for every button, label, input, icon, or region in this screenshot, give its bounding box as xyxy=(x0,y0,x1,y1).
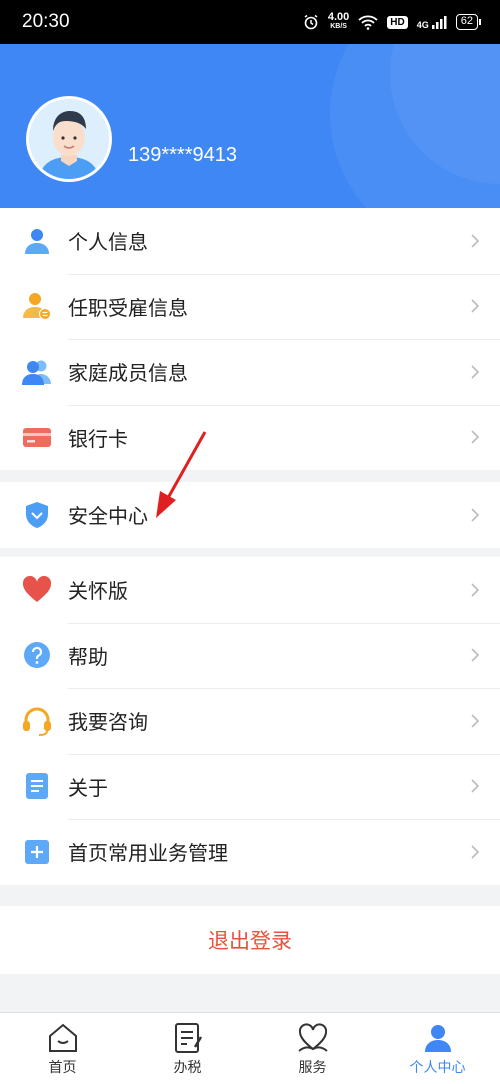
menu-item-label: 关怀版 xyxy=(68,579,128,604)
avatar-illustration xyxy=(29,99,109,179)
bottom-tab-bar: 首页 办税 服务 个人中心 xyxy=(0,1012,500,1084)
tax-icon xyxy=(174,1023,202,1053)
tab-service[interactable]: 服务 xyxy=(250,1013,375,1084)
tab-profile[interactable]: 个人中心 xyxy=(375,1013,500,1084)
menu-item-about[interactable]: 关于 xyxy=(0,753,500,820)
menu-group-security: 安全中心 xyxy=(0,482,500,548)
phone-number: 139****9413 xyxy=(128,144,237,166)
chevron-right-icon xyxy=(471,430,480,444)
signal-icon xyxy=(431,16,447,29)
profile-icon xyxy=(424,1025,451,1052)
menu-item-consult[interactable]: 我要咨询 xyxy=(0,688,500,754)
hd-badge: HD xyxy=(387,15,408,29)
employment-icon xyxy=(23,293,51,321)
menu-item-bank-card[interactable]: 银行卡 xyxy=(0,404,500,471)
chevron-right-icon xyxy=(471,845,480,859)
person-icon xyxy=(25,228,49,254)
chevron-right-icon xyxy=(471,583,480,597)
menu-item-label: 家庭成员信息 xyxy=(68,361,188,386)
status-bar: 20:30 4.00 KB/S HD 4G 62 xyxy=(0,0,500,44)
menu-item-label: 银行卡 xyxy=(68,426,128,451)
profile-header: 139****9413 xyxy=(0,44,500,208)
avatar[interactable] xyxy=(26,96,112,182)
menu-item-label: 任职受雇信息 xyxy=(68,295,188,320)
chevron-right-icon xyxy=(471,779,480,793)
chevron-right-icon xyxy=(471,714,480,728)
menu-item-family-info[interactable]: 家庭成员信息 xyxy=(0,339,500,405)
menu-item-employment-info[interactable]: 任职受雇信息 xyxy=(0,273,500,340)
chevron-right-icon xyxy=(471,299,480,313)
wifi-icon xyxy=(358,15,378,30)
menu-item-help[interactable]: 帮助 xyxy=(0,622,500,689)
family-icon xyxy=(22,360,51,385)
alarm-icon xyxy=(304,14,318,30)
tab-label: 个人中心 xyxy=(409,1060,466,1076)
tab-home[interactable]: 首页 xyxy=(0,1013,125,1084)
network-label: 4G xyxy=(416,20,429,30)
menu-group-personal: 个人信息 任职受雇信息 家庭成员信息 银行卡 xyxy=(0,208,500,470)
logout-button[interactable]: 退出登录 xyxy=(0,906,500,974)
help-icon xyxy=(24,642,50,669)
heart-icon xyxy=(22,575,52,602)
status-time: 20:30 xyxy=(22,11,70,32)
chevron-right-icon xyxy=(471,508,480,522)
menu-item-personal-info[interactable]: 个人信息 xyxy=(0,208,500,274)
bank-card-icon xyxy=(23,428,51,448)
home-icon xyxy=(48,1023,77,1052)
battery-indicator: 62 xyxy=(455,14,482,30)
chevron-right-icon xyxy=(471,648,480,662)
menu-item-label: 安全中心 xyxy=(68,504,148,529)
shield-icon xyxy=(26,501,48,528)
menu-item-label: 关于 xyxy=(68,775,108,800)
menu-item-label: 首页常用业务管理 xyxy=(68,841,228,866)
document-icon xyxy=(26,773,48,800)
tab-label: 办税 xyxy=(173,1060,202,1076)
tab-tax[interactable]: 办税 xyxy=(125,1013,250,1084)
chevron-right-icon xyxy=(471,365,480,379)
service-icon xyxy=(297,1023,328,1052)
logout-label: 退出登录 xyxy=(208,929,292,953)
status-icons: 4.00 KB/S HD 4G 62 xyxy=(303,12,482,32)
menu-group-support: 关怀版 帮助 我要咨询 关于 首页常用业务管理 xyxy=(0,557,500,885)
chevron-right-icon xyxy=(471,234,480,248)
menu-item-label: 个人信息 xyxy=(68,230,148,255)
menu-item-label: 我要咨询 xyxy=(68,710,148,735)
headset-icon xyxy=(23,707,51,736)
network-type: 4G xyxy=(417,14,447,30)
speed-unit: KB/S xyxy=(330,23,347,30)
menu-item-security-center[interactable]: 安全中心 xyxy=(0,482,500,548)
network-speed: 4.00 KB/S xyxy=(328,12,349,32)
tab-label: 服务 xyxy=(298,1060,327,1076)
menu-item-home-shortcut-management[interactable]: 首页常用业务管理 xyxy=(0,819,500,885)
menu-item-care-version[interactable]: 关怀版 xyxy=(0,557,500,623)
speed-value: 4.00 xyxy=(327,11,350,23)
plus-icon xyxy=(25,839,49,864)
tab-label: 首页 xyxy=(48,1060,77,1076)
menu-item-label: 帮助 xyxy=(68,644,108,669)
